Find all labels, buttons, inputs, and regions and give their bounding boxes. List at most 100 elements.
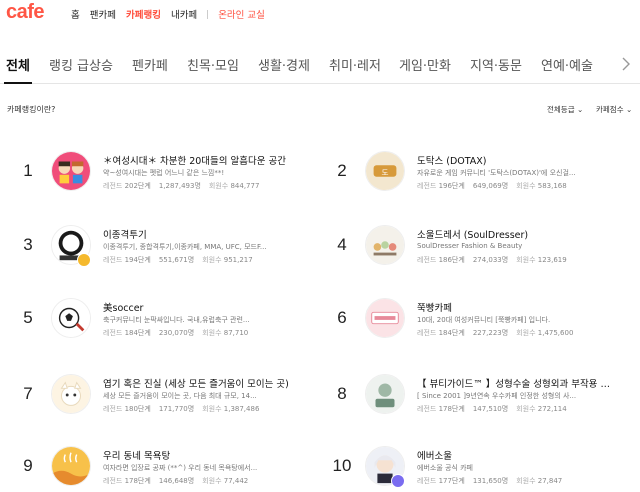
grade-value: 180단계: [124, 405, 151, 413]
cafe-description: 약~성여시대는 펫럽 어느니 같은 느낌**!: [103, 169, 225, 177]
dotax-thumb-icon: 도: [365, 151, 405, 191]
ranking-item[interactable]: 9 우리 동네 목욕탕 여자라면 입장료 공짜 (**^) 우리 동네 목욕탕에…: [13, 446, 313, 492]
cafe-description: 여자라면 입장료 공짜 (**^) 우리 동네 목욕탕에서...: [103, 464, 258, 472]
cafe-stats: 레전드 178단계 147,510명 회원수 272,114: [417, 404, 567, 414]
cafe-name[interactable]: 【 뷰티가이드™ 】성형수술 성형외과 부작용 후기: [417, 376, 617, 390]
cafe-name[interactable]: 우리 동네 목욕탕: [103, 448, 303, 462]
cafe-name[interactable]: 美soccer: [103, 300, 303, 314]
cafe-name[interactable]: 쭉빵카페: [417, 300, 617, 314]
member-count: 131,650명: [472, 477, 509, 485]
rank-number: 4: [337, 235, 347, 254]
cafe-name[interactable]: ＊여성시대＊ 차분한 20대들의 알흠다운 공간: [103, 153, 303, 167]
cafe-name[interactable]: 도탁스 (DOTAX): [417, 153, 617, 167]
crown-badge-icon: [77, 253, 91, 267]
cafe-name[interactable]: 소울드레서 (SoulDresser): [417, 227, 617, 241]
tab-game-comics[interactable]: 게임·만화: [399, 55, 451, 74]
cafe-stats: 레전드 196단계 649,069명 회원수 583,168: [417, 181, 567, 191]
grade-label: 레전드: [417, 182, 437, 190]
visits-value: 272,114: [537, 405, 567, 413]
ranking-item[interactable]: 2 도 도탁스 (DOTAX) 자유로운 게임 커뮤니티 '도탁스(DOTAX)…: [327, 151, 627, 211]
global-nav: 홈 팬카페 카페랭킹 내카페 온라인 교실: [71, 7, 275, 21]
member-count: 1,287,493명: [158, 182, 201, 190]
grade-value: 184단계: [124, 329, 151, 337]
ranking-item[interactable]: 10 에버소울 에버소울 공식 카페 레전드 177단계 131,650명 회원수 …: [327, 446, 627, 492]
visits-label: 회원수: [516, 329, 536, 337]
visits-value: 1,475,600: [537, 329, 574, 337]
visits-label: 회원수: [202, 329, 222, 337]
nav-fancafe[interactable]: 팬카페: [90, 7, 116, 21]
rank-number: 5: [23, 308, 33, 327]
ranking-item[interactable]: 7 엽기 혹은 진실 (세상 모든 즐거움이 모이는 곳) 세상 모든 즐거움이…: [13, 374, 313, 434]
nav-my-cafe[interactable]: 내카페: [171, 7, 197, 21]
member-count: 147,510명: [472, 405, 509, 413]
member-count: 146,648명: [158, 477, 195, 485]
cafe-description: 자유로운 게임 커뮤니티 '도탁스(DOTAX)'에 오신걸...: [417, 169, 576, 177]
grade-value: 186단계: [438, 256, 465, 264]
tab-hobby-leisure[interactable]: 취미·레저: [329, 55, 381, 74]
cafe-description: [ Since 2001 ]9년연속 우수카페 인정한 성형의 사...: [417, 392, 577, 400]
tab-fancafe[interactable]: 펜카페: [132, 55, 168, 74]
visits-value: 87,710: [223, 329, 249, 337]
yeosidae-thumb-icon: [51, 151, 91, 191]
rank-number: 7: [23, 384, 33, 403]
souldresser-thumb-icon: [365, 225, 405, 265]
tab-entertainment-arts[interactable]: 연예·예술: [541, 55, 593, 74]
cafe-description: 이종격투기, 종합격투기,이종카페, MMA, UFC, 모드F...: [103, 243, 267, 251]
cafe-stats: 레전드 194단계 551,671명 회원수 951,217: [103, 255, 253, 265]
cafe-stats: 레전드 202단계 1,287,493명 회원수 844,777: [103, 181, 259, 191]
grade-label: 레전드: [103, 256, 123, 264]
cafe-logo[interactable]: cafe: [6, 1, 45, 24]
bathhouse-thumb-icon: [51, 446, 91, 486]
ranking-item[interactable]: 5 美soccer 축구커뮤니티 눈팍싸입니다. 국내,유럽축구 관련... 레…: [13, 298, 313, 358]
svg-text:도: 도: [382, 168, 389, 177]
visits-label: 회원수: [516, 256, 536, 264]
cafe-stats: 레전드 180단계 171,770명 회원수 1,387,486: [103, 404, 259, 414]
cafe-description: SoulDresser Fashion & Beauty: [417, 242, 523, 250]
nav-online-class[interactable]: 온라인 교실: [218, 7, 265, 21]
cafe-description: 축구커뮤니티 눈팍싸입니다. 국내,유럽축구 관련...: [103, 316, 250, 324]
tab-friendship[interactable]: 친목·모임: [187, 55, 239, 74]
member-count: 274,033명: [472, 256, 509, 264]
tab-all[interactable]: 전체: [6, 55, 30, 74]
grade-label: 레전드: [417, 256, 437, 264]
cafe-name[interactable]: 이종격투기: [103, 227, 303, 241]
nav-cafe-ranking[interactable]: 카페랭킹: [126, 7, 161, 21]
visits-label: 회원수: [202, 256, 222, 264]
member-count: 649,069명: [472, 182, 509, 190]
cafe-name[interactable]: 엽기 혹은 진실 (세상 모든 즐거움이 모이는 곳): [103, 376, 303, 390]
ranking-item[interactable]: 4 소울드레서 (SoulDresser) SoulDresser Fashio…: [327, 225, 627, 285]
tab-ranking-rising[interactable]: 랭킹 급상승: [49, 55, 113, 74]
visits-value: 123,619: [537, 256, 567, 264]
ranking-item[interactable]: 6 쭉빵카페 10대, 20대 여성커뮤니티 [쭉빵카페] 입니다. 레전드 1…: [327, 298, 627, 358]
grade-label: 레전드: [417, 329, 437, 337]
chevron-right-icon[interactable]: [616, 54, 636, 74]
nav-home[interactable]: 홈: [71, 7, 80, 21]
ranking-help-link[interactable]: 카페랭킹이란?: [7, 104, 55, 115]
grade-value: 196단계: [438, 182, 465, 190]
tab-region-alumni[interactable]: 지역·동문: [470, 55, 522, 74]
visits-value: 27,847: [537, 477, 563, 485]
visits-value: 951,217: [223, 256, 253, 264]
grade-value: 184단계: [438, 329, 465, 337]
category-tabs: 전체 랭킹 급상승 펜카페 친목·모임 생활·경제 취미·레저 게임·만화 지역…: [0, 44, 640, 84]
cafe-stats: 레전드 177단계 131,650명 회원수 27,847: [417, 476, 562, 486]
ranking-item[interactable]: 1 ＊여성시대＊ 차분한 20대들의 알흠다운 공간 약~성여시대는 펫럽 어느…: [13, 151, 313, 211]
top-header: cafe 홈 팬카페 카페랭킹 내카페 온라인 교실: [0, 0, 640, 28]
visits-label: 회원수: [516, 477, 536, 485]
ranking-item[interactable]: 3 이종격투기 이종격투기, 종합격투기,이종카페, MMA, UFC, 모드F…: [13, 225, 313, 285]
nav-divider: [207, 9, 209, 19]
member-count: 227,223명: [472, 329, 509, 337]
grade-label: 레전드: [103, 477, 123, 485]
grade-label: 레전드: [103, 329, 123, 337]
visits-label: 회원수: [516, 405, 536, 413]
grade-value: 194단계: [124, 256, 151, 264]
tab-life-economy[interactable]: 생활·경제: [258, 55, 310, 74]
sort-filter-dropdown[interactable]: 카페점수 ⌄: [596, 104, 632, 115]
rank-number: 10: [332, 456, 352, 475]
grade-filter-dropdown[interactable]: 전체등급 ⌄: [547, 104, 583, 115]
visits-value: 844,777: [230, 182, 260, 190]
ranking-item[interactable]: 8 【 뷰티가이드™ 】성형수술 성형외과 부작용 후기 [ Since 200…: [327, 374, 627, 434]
cafe-name[interactable]: 에버소울: [417, 448, 617, 462]
verified-badge-icon: [391, 474, 405, 488]
grade-label: 레전드: [103, 405, 123, 413]
